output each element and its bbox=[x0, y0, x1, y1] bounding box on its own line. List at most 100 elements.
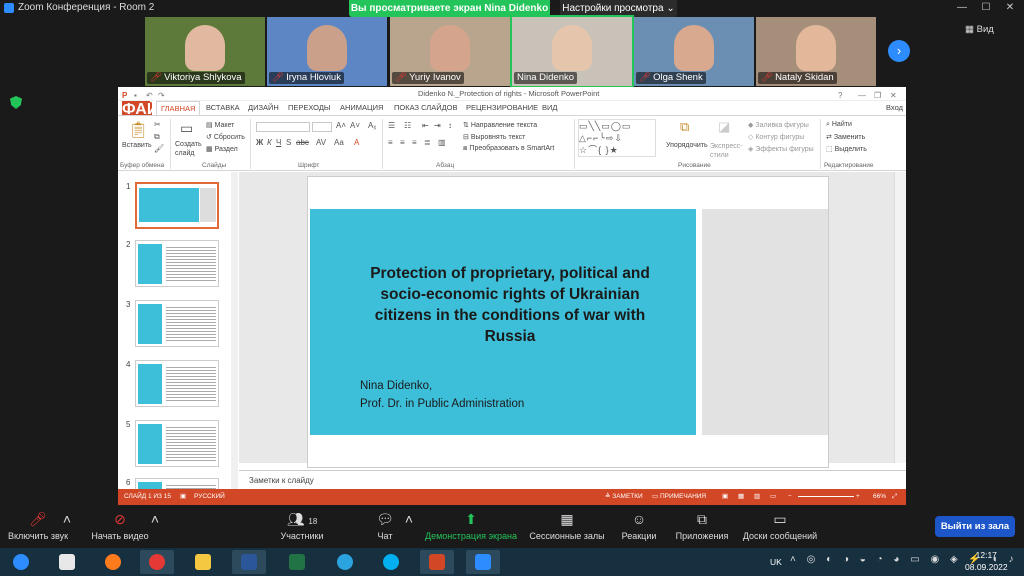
fit-slide-icon[interactable]: ⤢ bbox=[892, 489, 897, 505]
participant-tile[interactable]: Nina Didenko bbox=[510, 15, 634, 88]
new-slide-button[interactable]: Создать слайд bbox=[175, 140, 205, 158]
paste-icon[interactable]: 📋︎ bbox=[128, 120, 148, 140]
spellcheck-icon[interactable]: ▣ bbox=[180, 489, 186, 505]
slide-sorter-icon[interactable]: ▦ bbox=[738, 489, 744, 505]
increase-font-icon[interactable]: A˄ bbox=[336, 121, 346, 130]
thumbnails-scrollbar[interactable] bbox=[231, 172, 238, 489]
close-icon[interactable]: ✕ bbox=[998, 0, 1022, 16]
cut-icon[interactable]: ✂ bbox=[154, 120, 161, 129]
strikethrough-icon[interactable]: abc bbox=[296, 138, 309, 147]
share-screen-button[interactable]: ⬆ Демонстрация экрана bbox=[422, 505, 520, 541]
align-text-button[interactable]: ⊟ Выровнять текст bbox=[463, 133, 525, 141]
keyboard-language[interactable]: UK bbox=[770, 557, 782, 567]
underline-icon[interactable]: Ч bbox=[276, 138, 281, 147]
justify-icon[interactable]: ≣ bbox=[424, 138, 431, 147]
chat-options-chevron-icon[interactable]: ˄ bbox=[402, 505, 416, 531]
reactions-button[interactable]: ☺ Реакции bbox=[618, 505, 660, 541]
slide[interactable]: Protection of proprietary, political and… bbox=[307, 176, 829, 468]
leave-room-button[interactable]: Выйти из зала bbox=[935, 516, 1015, 537]
start-video-button[interactable]: ⊘ Начать видео bbox=[88, 505, 152, 541]
font-size-select[interactable] bbox=[312, 122, 332, 132]
whiteboards-button[interactable]: ▭ Доски сообщений bbox=[740, 505, 820, 541]
ppt-minimize-icon[interactable]: — bbox=[858, 89, 866, 103]
ppt-restore-icon[interactable]: ❐ bbox=[874, 89, 881, 103]
participant-tile[interactable]: 🎤︎ Olga Shenk bbox=[634, 17, 754, 86]
find-button[interactable]: ⌕ Найти bbox=[826, 121, 852, 129]
smartart-button[interactable]: ⧈ Преобразовать в SmartArt bbox=[463, 145, 554, 153]
shape-outline-button[interactable]: ◇ Контур фигуры bbox=[748, 133, 804, 141]
tab-view[interactable]: ВИД bbox=[538, 101, 561, 115]
breakout-rooms-button[interactable]: ▦ Сессионные залы bbox=[528, 505, 606, 541]
taskbar-app-f-icon[interactable] bbox=[50, 550, 84, 574]
slide-thumbnail[interactable] bbox=[135, 300, 219, 347]
quick-styles-button[interactable]: Экспресс-стили bbox=[710, 142, 744, 160]
audio-options-chevron-icon[interactable]: ˄ bbox=[60, 505, 74, 531]
align-center-icon[interactable]: ≡ bbox=[400, 138, 405, 147]
clear-format-icon[interactable]: Aᵪ bbox=[368, 121, 376, 130]
view-settings-button[interactable]: Настройки просмотра ⌄ bbox=[560, 0, 677, 17]
align-left-icon[interactable]: ≡ bbox=[388, 138, 393, 147]
security-shield-icon[interactable] bbox=[10, 96, 22, 109]
firefox-icon[interactable] bbox=[96, 550, 130, 574]
normal-view-icon[interactable]: ▣ bbox=[722, 489, 728, 505]
shape-effects-button[interactable]: ◈ Эффекты фигуры bbox=[748, 145, 814, 153]
start-button[interactable] bbox=[4, 550, 38, 574]
slide-thumbnail[interactable] bbox=[135, 478, 219, 489]
notes-pane[interactable]: Заметки к слайду bbox=[239, 470, 906, 489]
next-page-button[interactable]: › bbox=[888, 40, 910, 62]
tab-design[interactable]: ДИЗАЙН bbox=[244, 101, 283, 115]
new-slide-icon[interactable]: ▭ bbox=[180, 120, 193, 137]
slideshow-icon[interactable]: ▭ bbox=[770, 489, 776, 505]
select-button[interactable]: ⬚ Выделить bbox=[826, 145, 867, 153]
decrease-font-icon[interactable]: A˅ bbox=[350, 121, 360, 130]
participant-tile[interactable]: 🎤︎ Iryna Hloviuk bbox=[267, 17, 387, 86]
format-painter-icon[interactable]: 🖌︎ bbox=[154, 144, 164, 153]
telegram-icon[interactable] bbox=[328, 550, 362, 574]
tab-animations[interactable]: АНИМАЦИЯ bbox=[336, 101, 387, 115]
zoom-slider[interactable] bbox=[798, 496, 854, 497]
chrome-icon[interactable] bbox=[140, 550, 174, 574]
tab-slideshow[interactable]: ПОКАЗ СЛАЙДОВ bbox=[390, 101, 462, 115]
notes-toggle[interactable]: ≙ ЗАМЕТКИ bbox=[605, 489, 643, 505]
taskbar-clock[interactable]: 12:17 08.09.2022 bbox=[965, 549, 1008, 573]
quick-styles-icon[interactable]: ◪ bbox=[718, 119, 730, 135]
slide-thumbnail[interactable] bbox=[135, 420, 219, 467]
participants-button[interactable]: 👥︎ 18 Участники bbox=[276, 505, 328, 541]
skype-icon[interactable] bbox=[374, 550, 408, 574]
excel-icon[interactable] bbox=[280, 550, 314, 574]
slide-author[interactable]: Nina Didenko, Prof. Dr. in Public Admini… bbox=[360, 377, 524, 413]
copy-icon[interactable]: ⧉ bbox=[154, 132, 160, 142]
slide-thumbnail[interactable] bbox=[135, 240, 219, 287]
columns-icon[interactable]: ▥ bbox=[438, 138, 446, 147]
bullets-icon[interactable]: ☰ bbox=[388, 121, 395, 130]
indent-icon[interactable]: ⇤ bbox=[422, 121, 429, 130]
italic-icon[interactable]: К bbox=[267, 138, 272, 147]
spacing-icon[interactable]: AV bbox=[316, 138, 326, 147]
font-name-select[interactable] bbox=[256, 122, 310, 132]
case-icon[interactable]: Aa bbox=[334, 138, 344, 147]
apps-button[interactable]: ⧉ Приложения bbox=[672, 505, 732, 541]
tab-insert[interactable]: ВСТАВКА bbox=[202, 101, 244, 115]
layout-button[interactable]: ▤ Макет bbox=[206, 121, 234, 129]
arrange-button[interactable]: Упорядочить bbox=[666, 142, 708, 149]
view-button[interactable]: ▦ Вид bbox=[965, 24, 994, 35]
shadow-icon[interactable]: S bbox=[286, 138, 291, 147]
paste-button[interactable]: Вставить bbox=[122, 142, 152, 149]
slide-thumbnail[interactable] bbox=[135, 182, 219, 229]
slide-title[interactable]: Protection of proprietary, political and… bbox=[350, 263, 670, 347]
language-indicator[interactable]: РУССКИЙ bbox=[194, 489, 225, 505]
participant-tile[interactable]: 🎤︎ Viktoriya Shlykova bbox=[145, 17, 265, 86]
powerpoint-taskbar-icon[interactable] bbox=[420, 550, 454, 574]
line-spacing-icon[interactable]: ↕ bbox=[448, 121, 452, 130]
bold-icon[interactable]: Ж bbox=[256, 138, 263, 147]
font-color-icon[interactable]: A bbox=[354, 138, 359, 147]
shapes-gallery[interactable]: ▭╲╲▭◯▭ △⌐⌐╰⇨⇩ ☆⌒{ }★ bbox=[578, 119, 656, 157]
outdent-icon[interactable]: ⇥ bbox=[434, 121, 441, 130]
tab-home[interactable]: ГЛАВНАЯ bbox=[156, 101, 201, 115]
participant-tile[interactable]: 🎤︎ Nataly Skidan bbox=[756, 17, 876, 86]
numbering-icon[interactable]: ☷ bbox=[404, 121, 411, 130]
maximize-icon[interactable]: ☐ bbox=[974, 0, 998, 16]
zoom-in-icon[interactable]: + bbox=[856, 489, 860, 505]
participant-tile[interactable]: 🎤︎ Yuriy Ivanov bbox=[390, 17, 510, 86]
explorer-icon[interactable] bbox=[186, 550, 220, 574]
